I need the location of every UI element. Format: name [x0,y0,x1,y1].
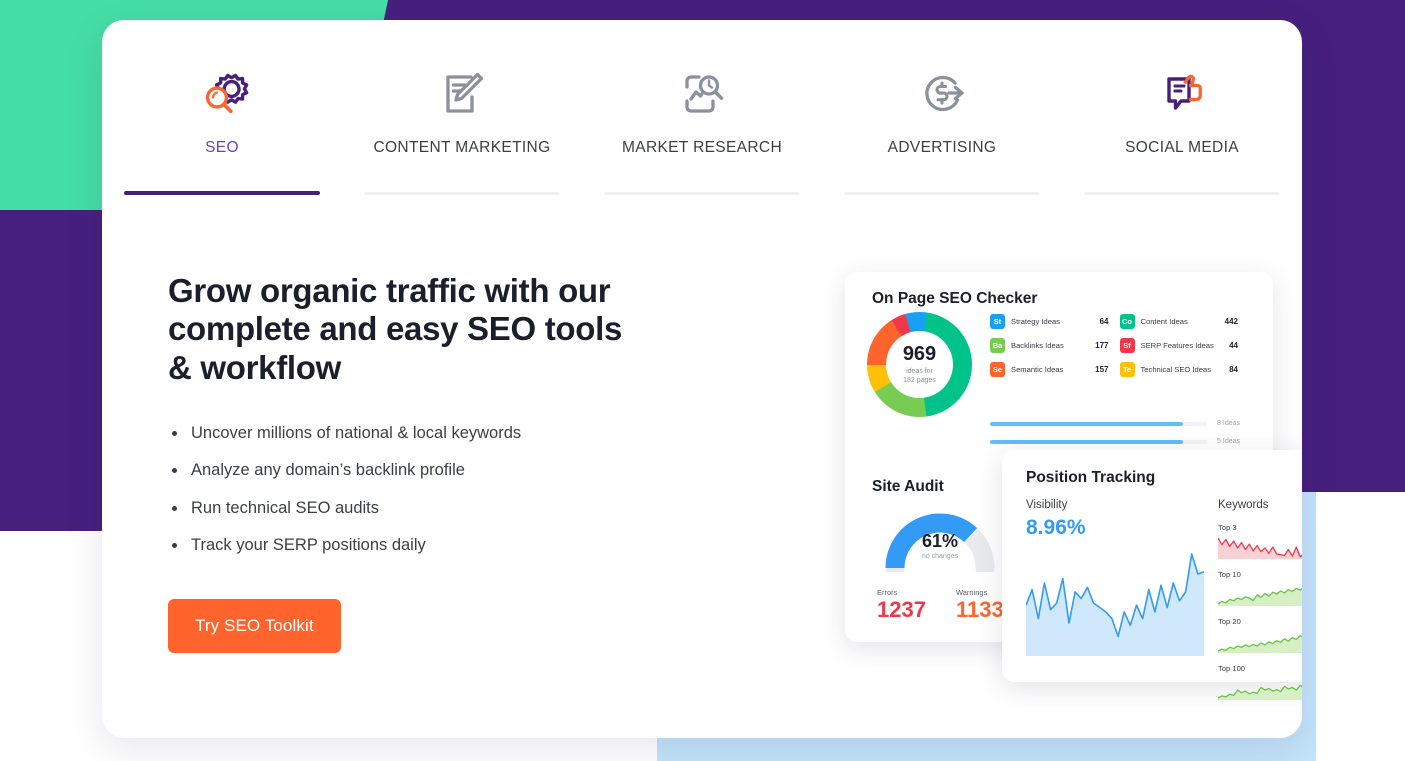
card-title: On Page SEO Checker [872,290,1038,307]
progress-track [990,439,1208,444]
tab-label: SOCIAL MEDIA [1125,139,1239,156]
position-tracking-body: Position Tracking Visibility 8.96% Keywo… [1025,469,1302,711]
visibility-label: Visibility [1026,499,1068,511]
tab-underline [604,192,800,195]
progress-track [990,421,1208,426]
position-tracking-card: Position Tracking Visibility 8.96% Keywo… [1002,450,1302,700]
donut-caption-line2: 182 pages [903,377,936,384]
visibility-value: 8.96% [1026,516,1086,539]
legend-item: Te Technical SEO Ideas 84 [1119,362,1238,377]
keyword-row: Top 3 [1217,523,1302,564]
progress-fill [990,421,1184,426]
market-research-magnifier-chart-icon [671,63,733,125]
card-title: Position Tracking [1026,469,1156,486]
social-media-thumbs-up-chat-icon [1151,63,1213,125]
legend-badge-icon: Se [990,362,1005,377]
keyword-row: Top 20 [1217,617,1302,658]
ideas-donut-chart: 969 ideas for 182 pages [867,312,972,417]
visibility-area-chart [1025,546,1205,661]
legend-badge-icon: Te [1119,362,1135,377]
site-health-gauge: 61% no changes [884,510,996,572]
keyword-row: Top 100 [1217,664,1302,705]
legend-value: 157 [1095,365,1109,374]
keyword-row-label: Top 100 [1218,664,1246,673]
list-item: Uncover millions of national & local key… [168,423,688,444]
advertising-dollar-cursor-icon [911,63,973,125]
errors-value: 1237 [877,597,926,622]
list-item: Analyze any domain’s backlink profile [168,460,688,481]
legend-badge-icon: St [990,314,1005,329]
background-white-right [1316,492,1405,761]
tab-underline [1084,192,1280,195]
legend-value: 177 [1095,341,1109,350]
tab-underline [844,192,1040,195]
feature-list: Uncover millions of national & local key… [168,423,688,557]
legend-label: Strategy Ideas [1011,317,1060,326]
donut-caption: ideas for 182 pages [903,367,936,385]
hero-card: SEO CONTENT MARKETING MARKET RESEARCH AD… [102,20,1302,738]
legend-label: Semantic Ideas [1011,365,1064,374]
tab-label: CONTENT MARKETING [373,139,551,156]
legend-item: Se Semantic Ideas 157 [990,362,1109,377]
seo-checker-body: On Page SEO Checker [872,290,1257,308]
tab-label: ADVERTISING [887,139,997,156]
keywords-label: Keywords [1218,499,1269,511]
legend-value: 442 [1224,317,1238,326]
donut-caption-line1: ideas for [906,367,933,375]
tab-content-marketing[interactable]: CONTENT MARKETING [342,20,582,195]
legend-label: Backlinks Ideas [1011,341,1064,350]
legend-badge-icon: Ba [990,338,1005,353]
hero-content: Grow organic traffic with our complete a… [168,272,688,653]
list-item: Track your SERP positions daily [168,535,688,556]
hero-section: SEO CONTENT MARKETING MARKET RESEARCH AD… [0,0,1405,761]
gauge-percent: 61% [921,531,959,551]
tab-social-media[interactable]: SOCIAL MEDIA [1062,20,1302,195]
legend-label: Content Ideas [1140,317,1188,326]
gauge-center: 61% no changes [884,532,996,560]
tab-seo[interactable]: SEO [102,20,342,195]
seo-gear-search-icon [191,63,253,125]
legend-value: 84 [1229,365,1238,374]
legend-badge-icon: Co [1119,314,1135,329]
progress-row: 5 Ideas [990,438,1240,445]
legend-value: 44 [1229,341,1238,350]
donut-center: 969 ideas for 182 pages [886,331,953,398]
keyword-row-label: Top 3 [1218,523,1237,532]
ideas-legend: St Strategy Ideas 64 Co Content Ideas 44… [990,314,1238,377]
legend-label: Technical SEO Ideas [1140,365,1212,374]
tab-market-research[interactable]: MARKET RESEARCH [582,20,822,195]
progress-label: 8 Ideas [1217,420,1240,427]
legend-badge-icon: Sf [1119,338,1135,353]
legend-value: 64 [1099,317,1109,326]
keyword-row: Top 10 [1217,570,1302,611]
page-title: Grow organic traffic with our complete a… [168,272,623,386]
progress-fill [990,439,1184,444]
legend-item: Ba Backlinks Ideas 177 [990,338,1109,353]
legend-item: St Strategy Ideas 64 [990,314,1109,329]
gauge-note: no changes [921,553,959,560]
errors-stat: Errors 1237 [877,588,926,621]
progress-row: 8 Ideas [990,420,1240,427]
progress-label: 5 Ideas [1217,438,1240,445]
list-item: Run technical SEO audits [168,498,688,519]
tab-label: SEO [205,139,239,156]
tab-underline [364,192,560,195]
tab-label: MARKET RESEARCH [622,139,782,156]
content-edit-document-icon [431,63,493,125]
tab-underline-active [124,191,320,195]
dashboard-illustration: On Page SEO Checker 969 ideas for 182 pa… [743,256,1302,700]
tab-advertising[interactable]: ADVERTISING [822,20,1062,195]
legend-item: Sf SERP Features Ideas 44 [1119,338,1238,353]
errors-label: Errors [877,588,898,597]
donut-total: 969 [902,342,937,365]
tab-bar: SEO CONTENT MARKETING MARKET RESEARCH AD… [102,20,1302,195]
keyword-row-label: Top 20 [1218,617,1241,626]
keyword-row-label: Top 10 [1218,570,1241,579]
audit-stats: Errors 1237 Warnings 11335 [877,588,1016,621]
legend-label: SERP Features Ideas [1140,341,1214,350]
try-seo-toolkit-button[interactable]: Try SEO Toolkit [168,598,341,653]
legend-item: Co Content Ideas 442 [1119,314,1238,329]
